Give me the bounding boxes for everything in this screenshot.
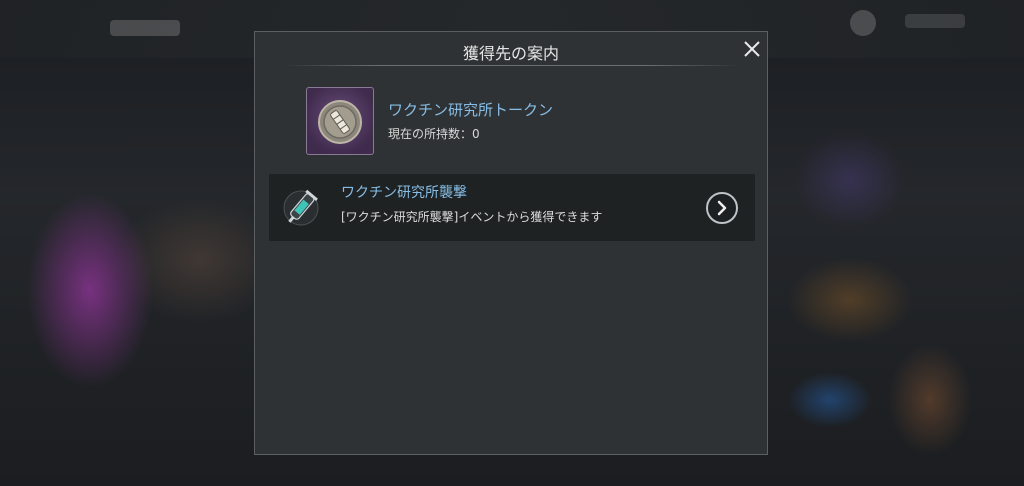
chevron-right-icon [717,200,727,216]
close-button[interactable] [741,38,763,60]
dialog-title: 獲得先の案内 [462,44,559,63]
title-divider [285,65,739,66]
coin-token-icon [318,100,362,144]
blurred-header-value [905,14,965,28]
source-row[interactable]: ワクチン研究所襲撃 [ワクチン研究所襲撃]イベントから獲得できます [269,174,755,241]
item-icon-frame [306,87,374,155]
source-description: [ワクチン研究所襲撃]イベントから獲得できます [341,210,603,224]
blurred-header-label [110,20,180,36]
close-icon [744,41,760,57]
acquisition-guide-dialog: 獲得先の案内 ワクチン研究所トークン 現在の所持数：0 ワクチン研究所襲撃 [ワ… [254,31,768,455]
blurred-header-icon [850,10,876,36]
item-name: ワクチン研究所トークン [388,101,554,119]
vaccine-syringe-icon [283,189,319,226]
source-name: ワクチン研究所襲撃 [341,185,467,201]
go-to-source-button[interactable] [706,192,738,224]
item-owned-count: 現在の所持数：0 [388,127,480,141]
